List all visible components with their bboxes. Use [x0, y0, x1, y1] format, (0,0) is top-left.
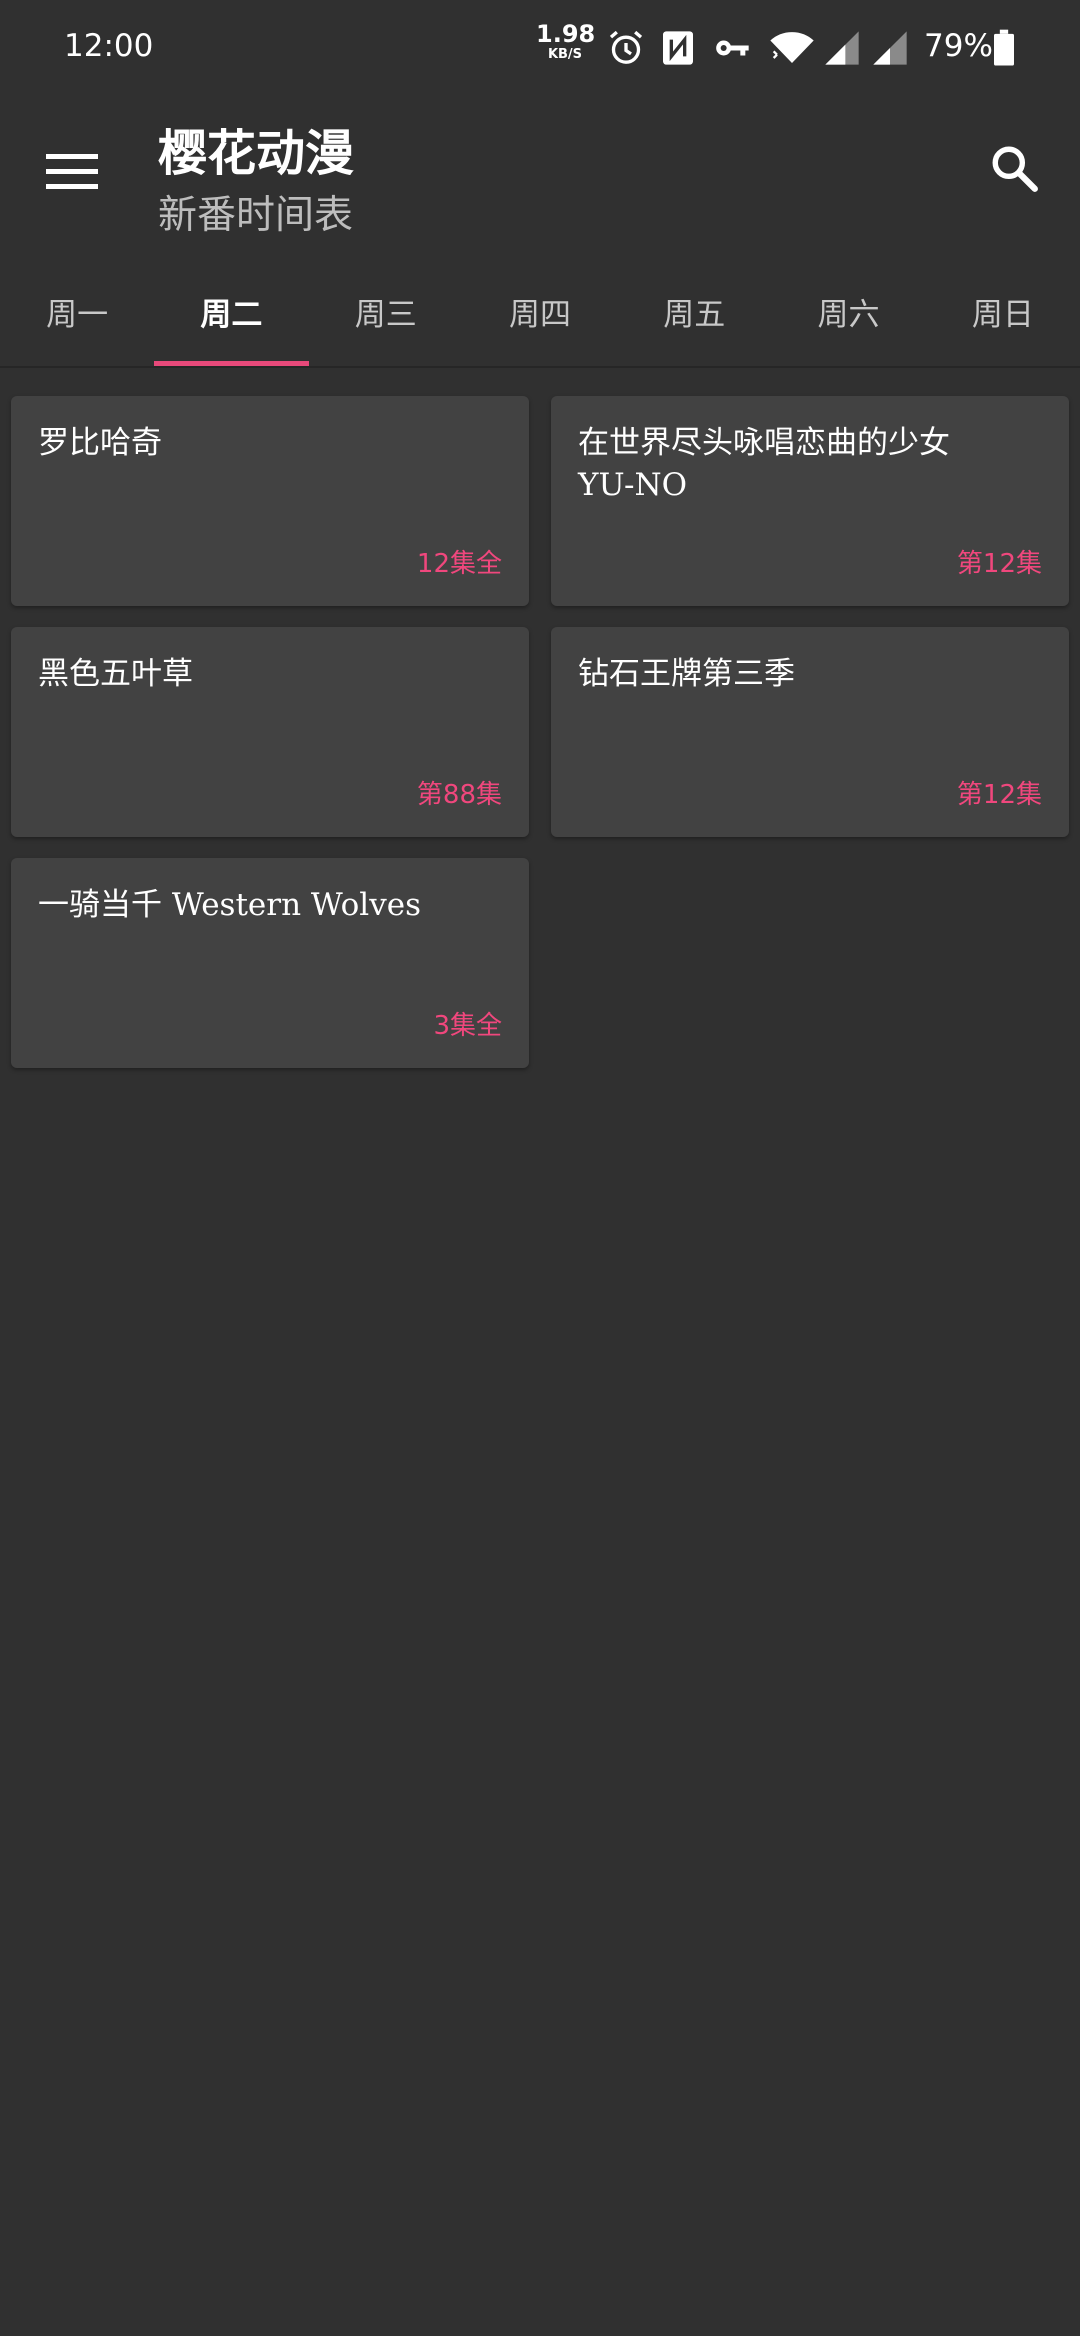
menu-button[interactable] — [40, 140, 104, 204]
app-title: 樱花动漫 — [158, 125, 355, 182]
nfc-icon — [658, 28, 698, 68]
signal-icon — [870, 28, 910, 68]
anime-title: 黑色五叶草 — [38, 656, 193, 692]
anime-card[interactable]: 钻石王牌第三季 第12集 — [551, 627, 1069, 837]
anime-card[interactable]: 黑色五叶草 第88集 — [11, 627, 529, 837]
anime-title: 罗比哈奇 — [38, 425, 162, 461]
tab-saturday[interactable]: 周六 — [771, 256, 925, 366]
signal-icon — [822, 28, 862, 68]
status-bar: 12:00 1.98 KB/S 79% — [0, 0, 1080, 96]
tab-tuesday[interactable]: 周二 — [154, 256, 309, 366]
tab-friday[interactable]: 周五 — [617, 256, 771, 366]
net-speed-value: 1.98 — [536, 20, 596, 48]
episode-status: 3集全 — [433, 1011, 502, 1041]
wifi-icon — [768, 28, 816, 68]
episode-status: 12集全 — [416, 549, 502, 579]
net-speed-unit: KB/S — [547, 47, 583, 62]
battery-percent: 79% — [924, 28, 993, 64]
anime-title: 钻石王牌第三季 — [578, 656, 795, 692]
anime-card[interactable]: 罗比哈奇 12集全 — [11, 396, 529, 606]
menu-icon — [46, 154, 98, 189]
anime-card[interactable]: 在世界尽头咏唱恋曲的少女 YU-NO 第12集 — [551, 396, 1069, 606]
app-subtitle: 新番时间表 — [158, 193, 354, 238]
app-bar: 樱花动漫 新番时间表 — [0, 96, 1080, 256]
tab-sunday[interactable]: 周日 — [926, 256, 1080, 366]
tab-monday[interactable]: 周一 — [0, 256, 154, 366]
episode-status: 第12集 — [956, 549, 1042, 579]
tab-thursday[interactable]: 周四 — [463, 256, 617, 366]
vpn-key-icon — [712, 28, 752, 68]
episode-status: 第88集 — [416, 780, 502, 810]
weekday-tabs: 周一 周二 周三 周四 周五 周六 周日 — [0, 256, 1080, 368]
episode-status: 第12集 — [956, 780, 1042, 810]
alarm-icon — [606, 28, 646, 68]
search-icon — [992, 146, 1038, 192]
status-time: 12:00 — [64, 28, 154, 64]
search-button[interactable] — [982, 136, 1046, 200]
tab-wednesday[interactable]: 周三 — [309, 256, 463, 366]
anime-title: 一骑当千 Western Wolves — [38, 887, 421, 923]
anime-card[interactable]: 一骑当千 Western Wolves 3集全 — [11, 858, 529, 1068]
battery-icon — [992, 28, 1016, 68]
net-speed-indicator: 1.98 KB/S — [536, 20, 596, 62]
anime-title: 在世界尽头咏唱恋曲的少女 YU-NO — [578, 425, 950, 503]
